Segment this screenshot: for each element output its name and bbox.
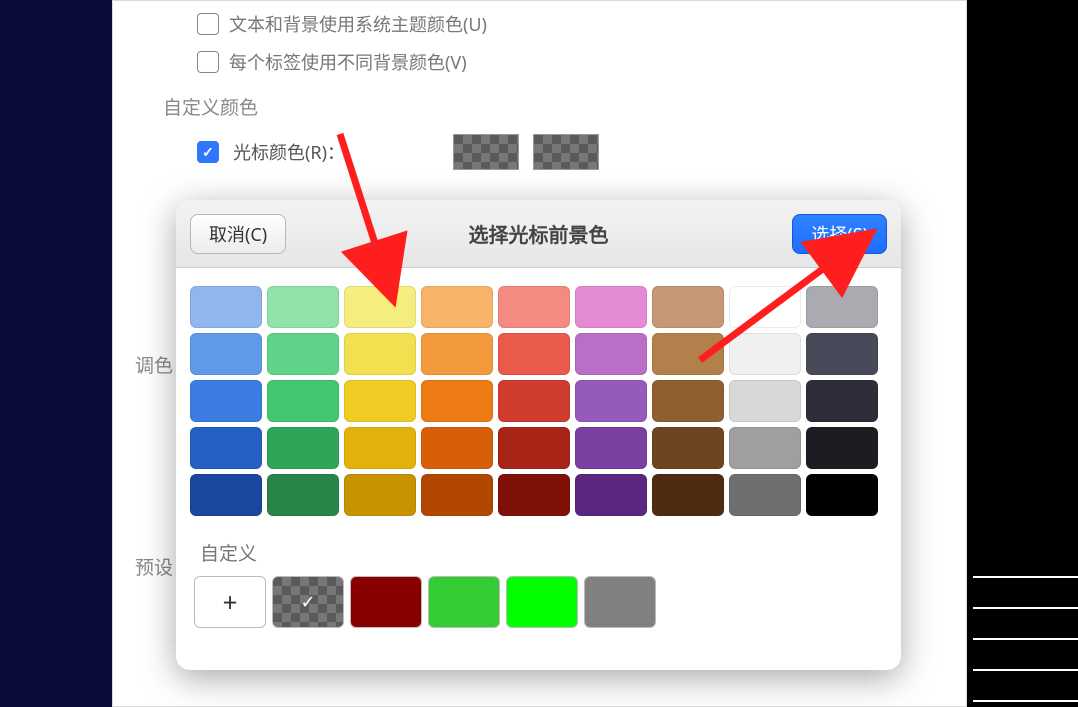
palette-color[interactable] [498, 380, 570, 422]
palette-color[interactable] [267, 286, 339, 328]
palette-color[interactable] [190, 286, 262, 328]
palette-color[interactable] [652, 333, 724, 375]
palette-color[interactable] [190, 474, 262, 516]
custom-section-label: 自定义 [200, 539, 883, 566]
palette-color[interactable] [498, 333, 570, 375]
palette-color[interactable] [421, 427, 493, 469]
palette-color[interactable] [190, 427, 262, 469]
palette-color[interactable] [652, 427, 724, 469]
palette-color[interactable] [190, 333, 262, 375]
palette-color[interactable] [344, 380, 416, 422]
palette-color[interactable] [421, 474, 493, 516]
option-label: 每个标签使用不同背景颜色(V) [229, 49, 467, 75]
palette-color[interactable] [575, 333, 647, 375]
custom-color-swatch[interactable] [506, 576, 578, 628]
palette-color[interactable] [652, 380, 724, 422]
palette-color[interactable] [267, 380, 339, 422]
side-label-preset: 预设 [135, 553, 173, 580]
cursor-bg-swatch[interactable] [533, 134, 599, 170]
palette-color[interactable] [498, 427, 570, 469]
cursor-color-label: 光标颜色(R)： [233, 139, 345, 165]
palette-color[interactable] [729, 474, 801, 516]
palette-color[interactable] [729, 286, 801, 328]
palette-color[interactable] [806, 427, 878, 469]
palette-color[interactable] [498, 286, 570, 328]
palette-color[interactable] [190, 380, 262, 422]
option-different-bg[interactable]: 每个标签使用不同背景颜色(V) [197, 49, 938, 75]
palette-color[interactable] [652, 286, 724, 328]
palette-color[interactable] [575, 380, 647, 422]
palette-color[interactable] [806, 286, 878, 328]
palette-color[interactable] [575, 427, 647, 469]
palette-color[interactable] [421, 333, 493, 375]
checkbox-unchecked-icon[interactable] [197, 13, 219, 35]
palette-color[interactable] [806, 333, 878, 375]
option-system-theme[interactable]: 文本和背景使用系统主题颜色(U) [197, 11, 938, 37]
section-custom-color: 自定义颜色 [163, 93, 938, 120]
option-label: 文本和背景使用系统主题颜色(U) [229, 11, 487, 37]
palette-color[interactable] [575, 474, 647, 516]
palette-color[interactable] [344, 286, 416, 328]
plus-icon: + [223, 584, 238, 620]
palette-color[interactable] [729, 427, 801, 469]
palette-color[interactable] [729, 333, 801, 375]
custom-color-swatch[interactable] [428, 576, 500, 628]
dialog-header: 取消(C) 选择光标前景色 选择(S) [176, 200, 901, 268]
color-palette [176, 268, 901, 527]
palette-color[interactable] [806, 474, 878, 516]
palette-color[interactable] [498, 474, 570, 516]
palette-color[interactable] [344, 427, 416, 469]
palette-color[interactable] [421, 380, 493, 422]
cursor-fg-swatch[interactable] [453, 134, 519, 170]
custom-color-transparent[interactable]: ✓ [272, 576, 344, 628]
terminal-preview [967, 0, 1078, 707]
palette-color[interactable] [575, 286, 647, 328]
custom-color-swatch[interactable] [350, 576, 422, 628]
color-picker-dialog: 取消(C) 选择光标前景色 选择(S) 自定义 + ✓ [176, 200, 901, 670]
palette-color[interactable] [729, 380, 801, 422]
custom-color-swatch[interactable] [584, 576, 656, 628]
palette-color[interactable] [344, 333, 416, 375]
checkbox-checked-icon[interactable]: ✓ [197, 141, 219, 163]
side-label-palette: 调色 [135, 351, 173, 378]
palette-color[interactable] [652, 474, 724, 516]
palette-color[interactable] [344, 474, 416, 516]
palette-color[interactable] [267, 474, 339, 516]
palette-color[interactable] [267, 333, 339, 375]
checkbox-unchecked-icon[interactable] [197, 51, 219, 73]
add-custom-color-button[interactable]: + [194, 576, 266, 628]
palette-color[interactable] [421, 286, 493, 328]
palette-color[interactable] [806, 380, 878, 422]
dialog-title: 选择光标前景色 [176, 219, 901, 248]
palette-color[interactable] [267, 427, 339, 469]
